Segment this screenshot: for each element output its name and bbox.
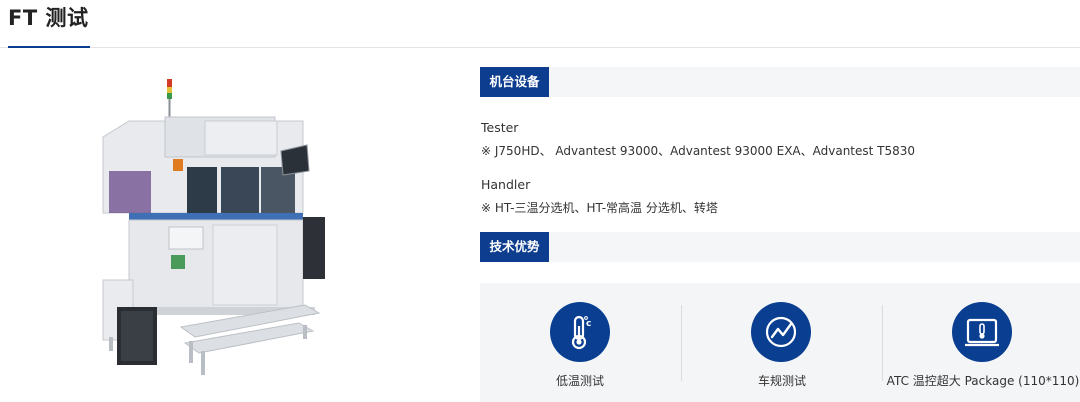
advantages-section-label: 技术优势 [480, 232, 549, 262]
advantage-item-automotive: 车规测试 [682, 283, 882, 402]
equipment-section-bar: 机台设备 [480, 67, 1080, 97]
advantage-label-low-temp: 低温测试 [555, 374, 604, 388]
equipment-section-label: 机台设备 [480, 67, 549, 97]
handler-label: Handler [481, 177, 531, 192]
thermometer-celsius-icon: c [550, 302, 610, 362]
advantages-section-bar: 技术优势 [480, 232, 1080, 262]
advantages-panel: c 低温测试 车规测试 ATC 温控超大 Package (110*110) [480, 283, 1080, 402]
advantage-item-low-temp: c 低温测试 [480, 283, 680, 402]
monitor-thermometer-icon [952, 302, 1012, 362]
advantage-label-automotive: 车规测试 [757, 374, 806, 388]
title-divider [0, 47, 1080, 48]
title-underline [8, 46, 90, 48]
tester-detail: ※ J750HD、 Advantest 93000、Advantest 9300… [481, 144, 916, 158]
tester-label: Tester [481, 120, 519, 135]
svg-text:c: c [586, 319, 591, 329]
trend-line-icon [751, 302, 811, 362]
advantage-label-atc: ATC 温控超大 Package (110*110) [886, 374, 1080, 388]
handler-detail: ※ HT-三温分选机、HT-常高温 分选机、转塔 [481, 201, 718, 215]
test-machine-image [95, 75, 335, 385]
advantage-item-atc: ATC 温控超大 Package (110*110) [883, 283, 1080, 402]
page-title: FT 测试 [8, 6, 89, 30]
